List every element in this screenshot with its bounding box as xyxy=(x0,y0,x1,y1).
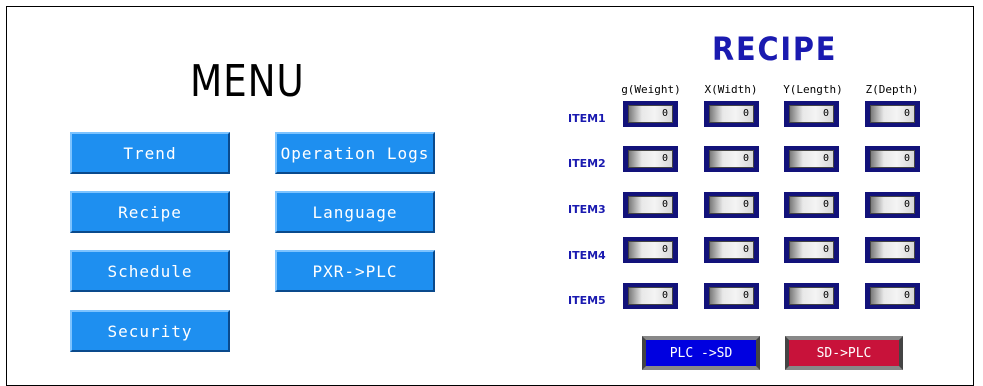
cell-value: 0 xyxy=(870,105,915,123)
recipe-cell[interactable]: 0 xyxy=(784,237,839,263)
recipe-cell[interactable]: 0 xyxy=(623,101,678,127)
security-button[interactable]: Security xyxy=(70,310,230,352)
recipe-cell[interactable]: 0 xyxy=(623,192,678,218)
recipe-title: RECIPE xyxy=(712,30,838,68)
cell-value: 0 xyxy=(870,196,915,214)
column-header-width: X(Width) xyxy=(704,83,758,96)
recipe-cell[interactable]: 0 xyxy=(784,283,839,309)
cell-value: 0 xyxy=(789,196,834,214)
cell-value: 0 xyxy=(709,150,754,168)
trend-button[interactable]: Trend xyxy=(70,132,230,174)
cell-value: 0 xyxy=(870,241,915,259)
plc-to-sd-button[interactable]: PLC ->SD xyxy=(642,336,760,370)
schedule-button[interactable]: Schedule xyxy=(70,250,230,292)
recipe-cell[interactable]: 0 xyxy=(704,192,759,218)
pxr-plc-button[interactable]: PXR->PLC xyxy=(275,250,435,292)
row-label-item2: ITEM2 xyxy=(568,157,606,170)
cell-value: 0 xyxy=(709,105,754,123)
cell-value: 0 xyxy=(628,150,673,168)
row-label-item4: ITEM4 xyxy=(568,249,606,262)
row-label-item5: ITEM5 xyxy=(568,294,606,307)
recipe-cell[interactable]: 0 xyxy=(704,237,759,263)
column-header-depth: Z(Depth) xyxy=(865,83,919,96)
recipe-cell[interactable]: 0 xyxy=(704,283,759,309)
cell-value: 0 xyxy=(628,241,673,259)
recipe-cell[interactable]: 0 xyxy=(623,146,678,172)
cell-value: 0 xyxy=(789,150,834,168)
cell-value: 0 xyxy=(789,241,834,259)
cell-value: 0 xyxy=(709,287,754,305)
cell-value: 0 xyxy=(709,241,754,259)
cell-value: 0 xyxy=(628,287,673,305)
recipe-button[interactable]: Recipe xyxy=(70,191,230,233)
language-button[interactable]: Language xyxy=(275,191,435,233)
recipe-cell[interactable]: 0 xyxy=(784,192,839,218)
cell-value: 0 xyxy=(628,196,673,214)
row-label-item3: ITEM3 xyxy=(568,203,606,216)
recipe-cell[interactable]: 0 xyxy=(623,283,678,309)
row-label-item1: ITEM1 xyxy=(568,112,606,125)
cell-value: 0 xyxy=(870,287,915,305)
menu-title: MENU xyxy=(190,56,305,107)
cell-value: 0 xyxy=(789,105,834,123)
cell-value: 0 xyxy=(628,105,673,123)
recipe-cell[interactable]: 0 xyxy=(784,146,839,172)
sd-to-plc-button[interactable]: SD->PLC xyxy=(785,336,903,370)
column-header-length: Y(Length) xyxy=(783,83,843,96)
cell-value: 0 xyxy=(709,196,754,214)
recipe-cell[interactable]: 0 xyxy=(865,237,920,263)
recipe-cell[interactable]: 0 xyxy=(704,101,759,127)
recipe-cell[interactable]: 0 xyxy=(865,283,920,309)
recipe-cell[interactable]: 0 xyxy=(865,101,920,127)
recipe-cell[interactable]: 0 xyxy=(623,237,678,263)
cell-value: 0 xyxy=(870,150,915,168)
recipe-cell[interactable]: 0 xyxy=(784,101,839,127)
cell-value: 0 xyxy=(789,287,834,305)
recipe-cell[interactable]: 0 xyxy=(704,146,759,172)
recipe-cell[interactable]: 0 xyxy=(865,192,920,218)
column-header-weight: g(Weight) xyxy=(621,83,681,96)
operation-logs-button[interactable]: Operation Logs xyxy=(275,132,435,174)
recipe-cell[interactable]: 0 xyxy=(865,146,920,172)
